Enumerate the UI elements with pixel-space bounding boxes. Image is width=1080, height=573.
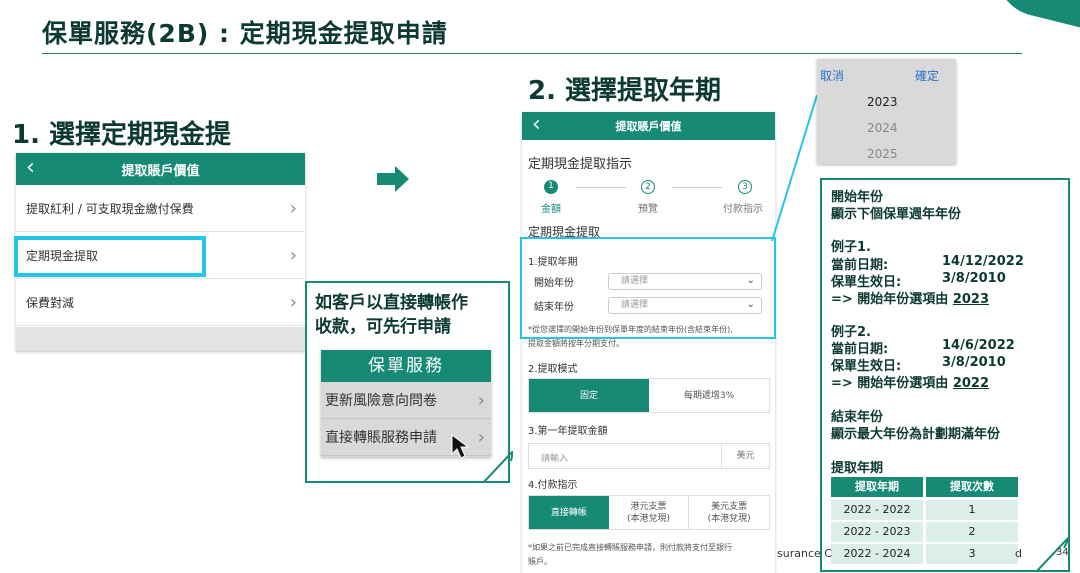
pay-hkd-cheque-tab[interactable]: 港元支票 (本港兌現) — [609, 496, 690, 529]
table-header-count: 提取次數 — [926, 477, 1018, 497]
mini-header: 保單服務 — [321, 350, 491, 382]
chevron-right-icon: › — [289, 244, 297, 266]
mouse-cursor-icon — [451, 434, 470, 459]
step-2-label: 預覽 — [638, 204, 658, 215]
currency-label: 美元 — [721, 444, 769, 468]
year-picker: 取消 確定 2023 2024 2025 — [817, 59, 956, 164]
highlight-box — [14, 236, 206, 277]
q3-label: 3.第一年提取金額 — [528, 426, 608, 437]
step-3-label: 付款指示 — [723, 204, 763, 215]
explanation-box: 開始年份 顯示下個保單週年年份 例子1. 當前日期: 14/12/2022 保單… — [820, 178, 1070, 572]
q4-label: 4.付款指示 — [528, 480, 578, 491]
mini-item-risk-questionnaire[interactable]: 更新風險意向問卷 › — [321, 382, 491, 419]
footer-left-text: surance C — [777, 547, 832, 560]
example1-year: 2023 — [952, 292, 990, 307]
example1-result: => 開始年份選項由 2023 — [831, 288, 989, 307]
picker-connector-line — [771, 95, 818, 242]
picker-cancel-button[interactable]: 取消 — [820, 67, 844, 84]
mini-item-label: 更新風險意向問卷 — [325, 393, 437, 409]
page-number: 34 — [1056, 547, 1069, 558]
mini-item-label: 直接轉賬服務申請 — [325, 430, 437, 446]
menu-item-label: 保費對減 — [26, 295, 75, 310]
panel2-header: ‹ 提取賬戶價值 — [522, 112, 775, 140]
example2-eff: 3/8/2010 — [942, 355, 1006, 370]
example2-year: 2022 — [952, 376, 990, 391]
mode-fixed-tab[interactable]: 固定 — [529, 379, 649, 412]
panel1-footer — [16, 327, 305, 351]
pay-option-label: 港元支票 — [630, 501, 667, 512]
pay-direct-transfer-tab[interactable]: 直接轉帳 — [529, 496, 609, 529]
period-title: 提取年期 — [831, 461, 884, 476]
chevron-right-icon: › — [289, 197, 297, 219]
back-icon[interactable]: ‹ — [26, 155, 35, 180]
pay-option-sub: (本港兌現) — [626, 513, 671, 524]
payment-note-1: *如果之前已完成直接轉賬服務申請，則付款將支付至銀行 — [528, 543, 732, 552]
year-note-2: 提取金額將按年分期支付。 — [528, 339, 624, 348]
table-cell: 3 — [926, 544, 1018, 564]
example1-result-text: => 開始年份選項由 — [831, 292, 949, 307]
callout-line2: 收款，可先行申請 — [315, 317, 451, 337]
amount-placeholder: 請輸入 — [541, 454, 569, 464]
chevron-right-icon: › — [477, 426, 485, 448]
phone-panel-withdrawal-form: ‹ 提取賬戶價值 定期現金提取指示 1 2 3 金額 預覽 付款指示 定期現金提… — [522, 112, 775, 573]
table-cell: 2 — [926, 522, 1018, 542]
policy-service-menu: 保單服務 更新風險意向問卷 › 直接轉賬服務申請 › — [321, 350, 491, 459]
page-title: 保單服務(2B) : 定期現金提取申請 — [42, 19, 448, 48]
menu-item-dividend[interactable]: 提取紅利 / 可支取現金繳付保費 › — [16, 185, 305, 232]
start-year-desc: 顯示下個保單週年年份 — [831, 207, 962, 222]
menu-item-label: 提取紅利 / 可支取現金繳付保費 — [26, 201, 194, 216]
step-connector — [576, 187, 626, 188]
example1-eff: 3/8/2010 — [942, 271, 1006, 286]
mode-tabs: 固定 每期遞增3% — [528, 378, 770, 413]
pay-usd-cheque-tab[interactable]: 美元支票 (本港兌現) — [689, 496, 769, 529]
pay-option-sub: (本港兌現) — [707, 513, 751, 524]
example2-result: => 開始年份選項由 2022 — [831, 372, 989, 391]
payment-tabs: 直接轉帳 港元支票 (本港兌現) 美元支票 (本港兌現) — [528, 495, 770, 530]
picker-year-option[interactable]: 2024 — [867, 121, 898, 135]
corner-decoration — [986, 0, 1080, 31]
callout-tail — [483, 451, 513, 483]
amount-input[interactable]: 請輸入 美元 — [528, 443, 770, 469]
chevron-right-icon: › — [289, 291, 297, 313]
pay-option-label: 直接轉帳 — [550, 507, 587, 518]
footer-right-text: d — [1015, 547, 1022, 560]
menu-item-premium-offset[interactable]: 保費對減 › — [16, 279, 305, 326]
picker-year-option[interactable]: 2023 — [867, 95, 898, 109]
example2-result-text: => 開始年份選項由 — [831, 376, 949, 391]
panel2-header-title: 提取賬戶價值 — [615, 120, 682, 133]
example1-date: 14/12/2022 — [942, 254, 1024, 269]
picker-confirm-button[interactable]: 確定 — [915, 67, 939, 84]
back-icon[interactable]: ‹ — [532, 112, 541, 137]
direct-debit-callout: 如客戶以直接轉帳作 收款，可先行申請 保單服務 更新風險意向問卷 › 直接轉賬服… — [305, 281, 513, 483]
table-header-period: 提取年期 — [831, 477, 923, 497]
panel1-header-title: 提取賬戶價值 — [121, 163, 200, 179]
example2-date: 14/6/2022 — [942, 338, 1015, 353]
payment-note-2: 賬戶。 — [528, 557, 552, 566]
end-year-desc: 顯示最大年份為計劃期滿年份 — [831, 427, 1001, 442]
step-3-dot: 3 — [738, 180, 752, 194]
chevron-right-icon: › — [477, 389, 485, 411]
callout-text: 如客戶以直接轉帳作 收款，可先行申請 — [315, 291, 468, 339]
form-title: 定期現金提取指示 — [528, 157, 633, 172]
example1-title: 例子1. — [831, 240, 871, 255]
panel1-header: ‹ 提取賬戶價值 — [16, 153, 305, 185]
step-1-label: 金額 — [541, 204, 561, 215]
year-selection-highlight — [520, 237, 776, 339]
title-divider — [42, 53, 1022, 54]
q2-label: 2.提取模式 — [528, 364, 578, 375]
table-cell: 2022 - 2022 — [831, 500, 923, 520]
table-cell: 2022 - 2023 — [831, 522, 923, 542]
step-2-dot: 2 — [641, 180, 655, 194]
picker-year-option[interactable]: 2025 — [867, 147, 898, 161]
table-cell: 2022 - 2024 — [831, 544, 923, 564]
step-1-dot: 1 — [544, 180, 558, 194]
pay-option-label: 美元支票 — [711, 501, 748, 512]
step-connector — [672, 187, 722, 188]
arrow-right-icon — [377, 166, 409, 192]
section1-title: 1. 選擇定期現金提 — [12, 120, 232, 150]
section2-title: 2. 選擇提取年期 — [528, 76, 722, 106]
callout-line1: 如客戶以直接轉帳作 — [315, 293, 468, 313]
table-cell: 1 — [926, 500, 1018, 520]
mode-increase-tab[interactable]: 每期遞增3% — [649, 379, 769, 412]
